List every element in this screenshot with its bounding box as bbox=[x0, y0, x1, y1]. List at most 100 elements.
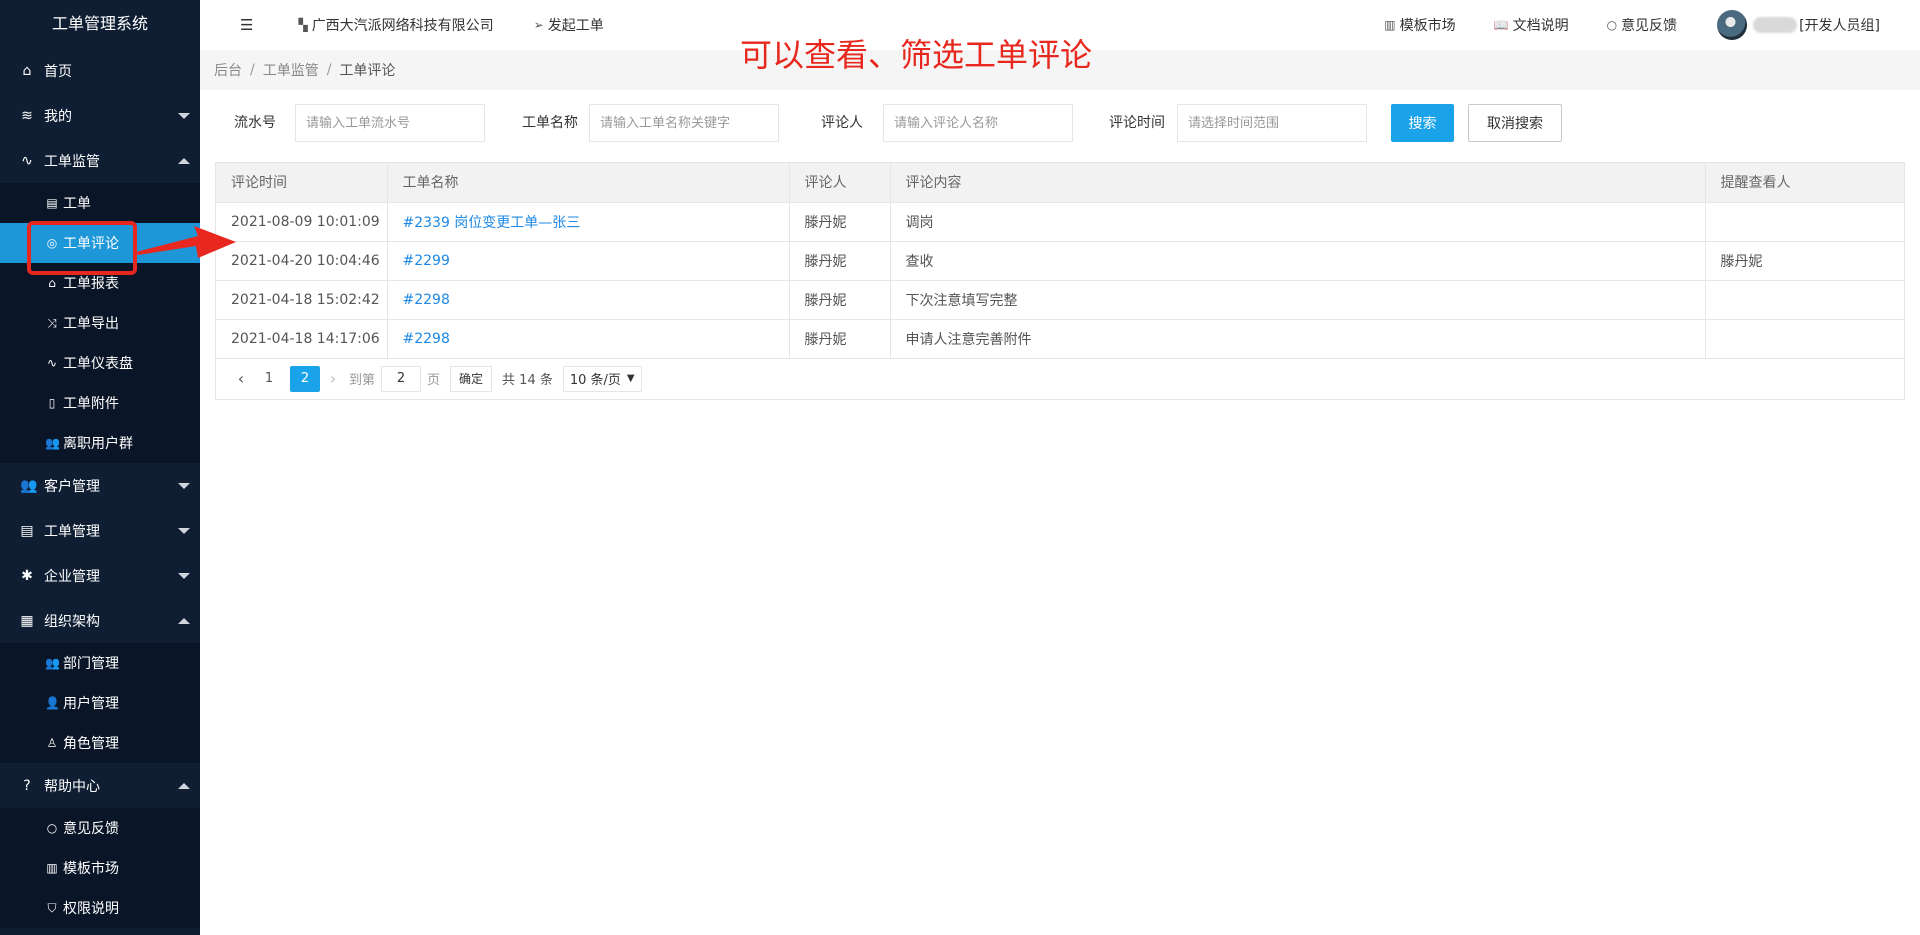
chevron-up-icon bbox=[178, 157, 190, 164]
users-icon: 👥 bbox=[20, 477, 38, 494]
commenter-input[interactable] bbox=[883, 104, 1073, 142]
sidebar-item-label: 用户管理 bbox=[63, 696, 119, 712]
sidebar-item-template-market[interactable]: ▥ 模板市场 bbox=[0, 848, 200, 888]
page-1[interactable]: 1 bbox=[254, 366, 284, 392]
app-root: 工单管理系统 ⌂ 首页 ≋ 我的 ∿ 工单监管 ▤ 工单 ◎ 工单评论 ⌂ 工单… bbox=[0, 0, 1920, 935]
cell-ticket: #2299 bbox=[387, 241, 790, 281]
sidebar-item-ticket-export[interactable]: ⤨ 工单导出 bbox=[0, 303, 200, 343]
document-icon: ▤ bbox=[46, 196, 58, 210]
breadcrumb-root[interactable]: 后台 bbox=[214, 60, 242, 80]
shield-icon: ⛉ bbox=[47, 900, 57, 915]
sidebar-item-permissions[interactable]: ⛉ 权限说明 bbox=[0, 888, 200, 928]
ticket-link[interactable]: #2339 岗位变更工单—张三 bbox=[403, 215, 581, 231]
breadcrumb-separator: / bbox=[250, 62, 255, 78]
calendar-icon: ▦ bbox=[20, 612, 34, 629]
nav-ticket-mgmt[interactable]: ▤ 工单管理 bbox=[0, 508, 200, 553]
nav-home[interactable]: ⌂ 首页 bbox=[0, 48, 200, 93]
template-market-link[interactable]: ▥ 模板市场 bbox=[1384, 15, 1455, 35]
book-icon: 📖 bbox=[1493, 18, 1509, 32]
sidebar-item-users[interactable]: 👤 用户管理 bbox=[0, 683, 200, 723]
sidebar-item-ticket[interactable]: ▤ 工单 bbox=[0, 183, 200, 223]
cell-reminder bbox=[1705, 280, 1904, 320]
avatar[interactable] bbox=[1717, 10, 1748, 40]
clipboard-icon: ▤ bbox=[20, 522, 34, 539]
question-icon: ? bbox=[23, 777, 31, 794]
serial-input[interactable] bbox=[295, 104, 485, 142]
nav-org[interactable]: ▦ 组织架构 bbox=[0, 598, 200, 643]
sidebar-item-label: 工单导出 bbox=[63, 316, 119, 332]
ticket-link[interactable]: #2299 bbox=[403, 253, 450, 269]
nav-customer[interactable]: 👥 客户管理 bbox=[0, 463, 200, 508]
nav-enterprise-label: 企业管理 bbox=[44, 568, 100, 585]
circle-icon: ○ bbox=[46, 821, 58, 835]
table-row: 2021-04-18 15:02:42 #2298 滕丹妮 下次注意填写完整 bbox=[216, 280, 1904, 320]
user-outline-icon: ♙ bbox=[46, 736, 58, 750]
docs-link[interactable]: 📖 文档说明 bbox=[1494, 15, 1569, 35]
page-size-select[interactable]: 10 条/页 ▼ bbox=[562, 365, 642, 392]
send-icon: ➢ bbox=[533, 18, 544, 32]
chevron-up-icon bbox=[178, 617, 190, 624]
chevron-down-icon bbox=[178, 482, 190, 489]
nav-help-label: 帮助中心 bbox=[44, 778, 100, 795]
sidebar-item-ticket-dashboard[interactable]: ∿ 工单仪表盘 bbox=[0, 343, 200, 383]
name-label: 工单名称 bbox=[522, 115, 578, 131]
header-reminder[interactable]: 提醒查看人 bbox=[1705, 163, 1904, 203]
chevron-up-icon bbox=[178, 782, 190, 789]
goto-page-input[interactable] bbox=[381, 365, 422, 392]
feedback-label: 意见反馈 bbox=[1621, 18, 1678, 34]
nav-enterprise[interactable]: ✱ 企业管理 bbox=[0, 553, 200, 598]
sidebar-item-ticket-attachment[interactable]: ▯ 工单附件 bbox=[0, 383, 200, 423]
goto-label: 到第 bbox=[349, 373, 376, 388]
ticket-link[interactable]: #2298 bbox=[403, 331, 450, 347]
sidebar-item-label: 工单仪表盘 bbox=[63, 356, 133, 372]
header-comment-content[interactable]: 评论内容 bbox=[890, 163, 1706, 203]
chevron-down-icon bbox=[178, 572, 190, 579]
name-input[interactable] bbox=[589, 104, 779, 142]
sidebar-item-resigned-users[interactable]: 👥 离职用户群 bbox=[0, 423, 200, 463]
menu-fold-icon[interactable]: ☰ bbox=[240, 16, 253, 34]
layers-icon: ≋ bbox=[21, 107, 33, 124]
gear-icon: ✱ bbox=[21, 567, 33, 584]
header-ticket-name[interactable]: 工单名称 bbox=[387, 163, 790, 203]
ticket-link[interactable]: #2298 bbox=[403, 292, 450, 308]
breadcrumb-separator: / bbox=[326, 62, 332, 78]
user-role: [开发人员组] bbox=[1799, 18, 1880, 34]
header-commenter[interactable]: 评论人 bbox=[789, 163, 891, 203]
feedback-link[interactable]: ○ 意见反馈 bbox=[1607, 15, 1677, 35]
chevron-down-icon bbox=[178, 112, 190, 119]
breadcrumb-parent[interactable]: 工单监管 bbox=[263, 60, 319, 80]
nav-mine[interactable]: ≋ 我的 bbox=[0, 93, 200, 138]
chevron-left-icon[interactable]: ‹ bbox=[231, 369, 251, 388]
circle-icon: ○ bbox=[1606, 18, 1618, 32]
total-count: 共 14 条 bbox=[502, 373, 553, 388]
cell-commenter: 滕丹妮 bbox=[789, 202, 891, 242]
page-2[interactable]: 2 bbox=[290, 365, 320, 392]
serial-label: 流水号 bbox=[234, 115, 276, 131]
cell-ticket: #2339 岗位变更工单—张三 bbox=[387, 202, 790, 242]
launch-ticket-button[interactable]: ➢ 发起工单 bbox=[534, 15, 604, 35]
goto-confirm-button[interactable]: 确定 bbox=[450, 365, 493, 392]
sidebar-item-label: 工单附件 bbox=[63, 396, 119, 412]
sidebar-item-label: 模板市场 bbox=[63, 861, 119, 877]
nav-monitor[interactable]: ∿ 工单监管 bbox=[0, 138, 200, 183]
cell-content: 查收 bbox=[890, 241, 1706, 281]
company-switcher[interactable]: ▚ 广西大汽派网络科技有限公司 bbox=[298, 15, 493, 35]
cancel-search-button[interactable]: 取消搜索 bbox=[1468, 104, 1562, 142]
cell-time: 2021-04-18 15:02:42 bbox=[216, 280, 388, 320]
users-icon: 👥 bbox=[45, 436, 60, 450]
sidebar-item-label: 工单 bbox=[63, 196, 91, 212]
sidebar-item-roles[interactable]: ♙ 角色管理 bbox=[0, 723, 200, 763]
launch-ticket-label: 发起工单 bbox=[547, 18, 604, 34]
time-range-input[interactable] bbox=[1177, 104, 1367, 142]
pagination: ‹ 1 2 › 到第 页 确定 共 14 条 10 条/页 ▼ bbox=[216, 359, 1904, 399]
chevron-right-icon[interactable]: › bbox=[323, 369, 343, 388]
comments-table: 评论时间 工单名称 评论人 评论内容 提醒查看人 2021-08-09 10:0… bbox=[215, 162, 1905, 400]
nav-help[interactable]: ? 帮助中心 bbox=[0, 763, 200, 808]
user-icon: 👤 bbox=[45, 696, 60, 710]
search-button[interactable]: 搜索 bbox=[1391, 104, 1454, 142]
sidebar-item-departments[interactable]: 👥 部门管理 bbox=[0, 643, 200, 683]
table-row: 2021-04-18 14:17:06 #2298 滕丹妮 申请人注意完善附件 bbox=[216, 319, 1904, 359]
header-comment-time[interactable]: 评论时间 bbox=[216, 163, 388, 203]
highlight-box bbox=[27, 221, 137, 275]
sidebar-item-feedback[interactable]: ○ 意见反馈 bbox=[0, 808, 200, 848]
